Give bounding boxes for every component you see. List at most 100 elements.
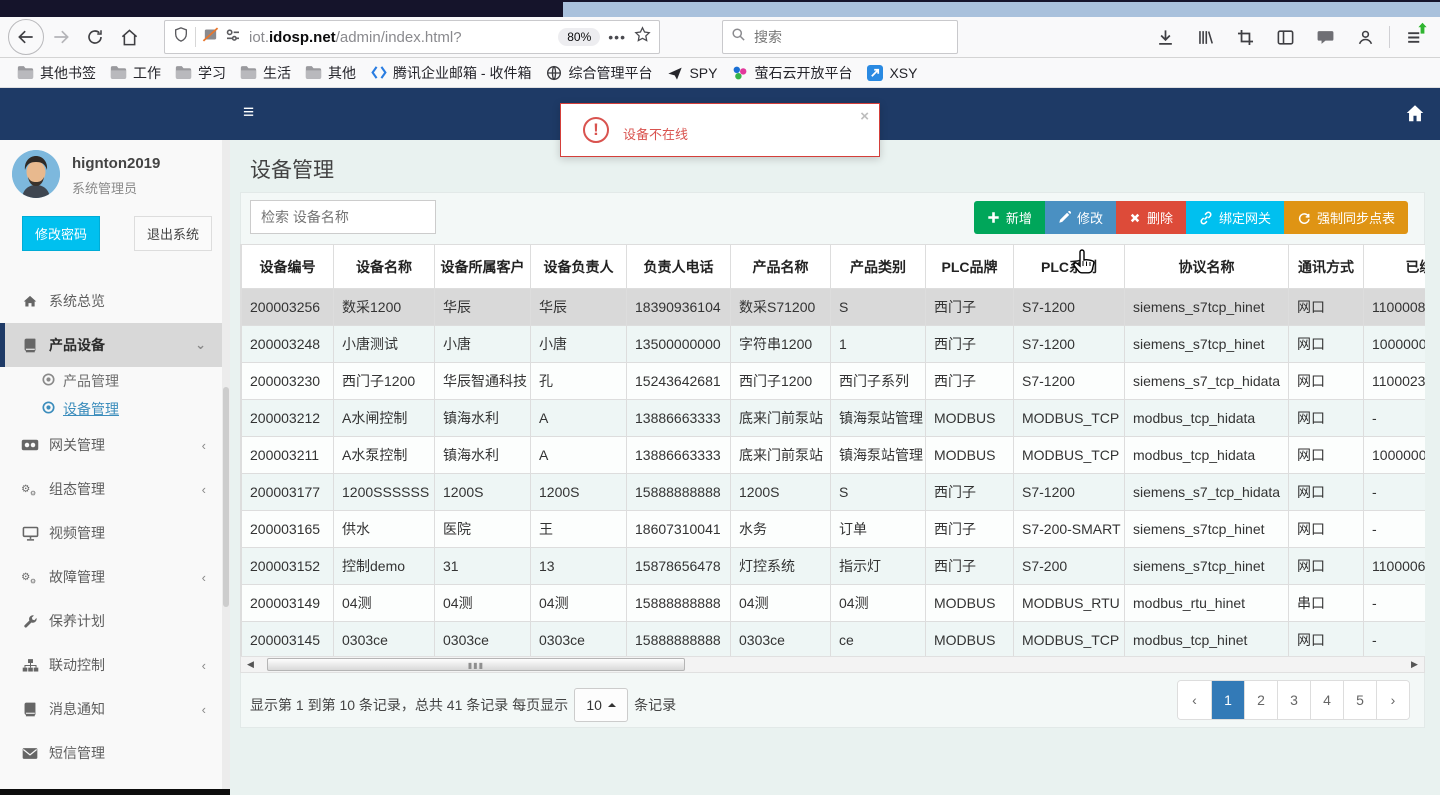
url-bar[interactable]: iot.idosp.net/admin/index.html? 80% ••• (164, 20, 660, 54)
table-row[interactable]: 200003149 04测 04测 04测 15888888888 04测 04测 MODBU… (241, 584, 1425, 622)
bookmark-item[interactable]: 工作 (103, 60, 168, 86)
page-size-dropdown[interactable]: 10 (574, 688, 629, 722)
pager-page-5[interactable]: 5 (1343, 681, 1376, 719)
table-row[interactable]: 200003145 0303ce 0303ce 0303ce 15888888888 03… (241, 621, 1425, 658)
table-row[interactable]: 200003230 西门子1200 华辰智通科技孔 15243642681 西门子120… (241, 362, 1425, 400)
sidebar-item-视频管理[interactable]: 视频管理 (0, 511, 222, 555)
sidebar-item-消息通知[interactable]: 消息通知 ‹ (0, 687, 222, 731)
page-url: iot.idosp.net/admin/index.html? (249, 28, 462, 46)
column-header[interactable]: 产品名称 (730, 244, 831, 289)
scroll-right-arrow[interactable]: ▶ (1407, 658, 1422, 671)
table-cell: 1 (830, 325, 926, 363)
pager-page-2[interactable]: 2 (1244, 681, 1277, 719)
table-row[interactable]: 200003256 数采1200 华辰 华辰 18390936104 数采S71200 S 西… (241, 288, 1425, 326)
hamburger-menu-icon[interactable] (1394, 20, 1434, 54)
sidebar-item-故障管理[interactable]: ⚙ ⚙ 故障管理 ‹ (0, 555, 222, 599)
sidebar-scrollbar[interactable] (222, 140, 230, 789)
zoom-level-badge[interactable]: 80% (558, 28, 601, 46)
column-header[interactable]: 设备编号 (241, 244, 334, 289)
update-badge-icon (1417, 22, 1428, 35)
pager-page-3[interactable]: 3 (1277, 681, 1310, 719)
table-row[interactable]: 200003165 供水 医院王 18607310041 水务 订单 西门子 S7-200-S… (241, 510, 1425, 548)
sidebars-icon[interactable] (1265, 20, 1305, 54)
change-password-button[interactable]: 修改密码 (22, 216, 101, 251)
shield-icon[interactable] (173, 26, 189, 48)
downloads-icon[interactable] (1145, 20, 1185, 54)
pager-previous[interactable]: ‹ (1178, 681, 1211, 719)
browser-search-box[interactable] (722, 20, 958, 54)
sidebar-item-网关管理[interactable]: 网关管理 ‹ (0, 423, 222, 467)
新增-button[interactable]: 新增 (973, 201, 1045, 234)
table-row[interactable]: 200003248 小唐测试 小唐 小唐 13500000000 字符串1200 1 西门子 S… (241, 325, 1425, 363)
page-actions-icon[interactable]: ••• (608, 29, 626, 45)
device-search-input[interactable] (250, 200, 436, 234)
bookmark-item[interactable]: SPY (659, 62, 724, 84)
删除-button[interactable]: 删除 (1115, 201, 1186, 234)
sidebar-subitem-设备管理[interactable]: 设备管理 (0, 395, 222, 423)
bookmark-item[interactable]: 学习 (168, 60, 233, 86)
pager-next[interactable]: › (1376, 681, 1409, 719)
horizontal-scrollbar[interactable]: ◀ ▮▮▮ ▶ (240, 656, 1425, 673)
bookmark-label: 学习 (198, 64, 226, 81)
bookmark-item[interactable]: 萤石云开放平台 (724, 60, 859, 86)
column-header[interactable]: PLC系列 (1013, 244, 1125, 289)
reload-button[interactable] (78, 20, 112, 54)
bookmark-item[interactable]: 其他书签 (10, 60, 103, 86)
table-cell: 镇海泵站管理 (830, 436, 926, 474)
library-icon[interactable] (1185, 20, 1225, 54)
account-icon[interactable] (1345, 20, 1385, 54)
forward-button[interactable] (44, 20, 78, 54)
bookmark-item[interactable]: 生活 (233, 60, 298, 86)
sidebar-subitem-产品管理[interactable]: 产品管理 (0, 367, 222, 395)
修改-button[interactable]: 修改 (1044, 201, 1116, 234)
column-header[interactable]: 产品类别 (830, 244, 926, 289)
permissions-icon[interactable] (225, 27, 241, 48)
app-home-icon[interactable] (1404, 102, 1426, 129)
chat-icon[interactable] (1305, 20, 1345, 54)
scroll-left-arrow[interactable]: ◀ (243, 658, 258, 671)
bookmark-item[interactable]: XSY (859, 62, 924, 84)
logout-button[interactable]: 退出系统 (133, 216, 212, 251)
ys7-icon (731, 65, 748, 81)
bookmark-item[interactable]: 其他 (298, 60, 363, 86)
column-header[interactable]: PLC品牌 (925, 244, 1014, 289)
bookmark-star-icon[interactable] (634, 26, 651, 48)
绑定网关-button[interactable]: 绑定网关 (1185, 201, 1284, 234)
back-button[interactable] (8, 19, 44, 55)
pager-page-1[interactable]: 1 (1211, 681, 1244, 719)
column-header[interactable]: 负责人电话 (626, 244, 731, 289)
sidebar-item-label: 组态管理 (49, 481, 105, 497)
bookmark-item[interactable]: 综合管理平台 (538, 60, 659, 86)
table-cell: 200003256 (241, 288, 334, 326)
sidebar-item-产品设备[interactable]: 产品设备 ⌄ (0, 323, 222, 367)
sidebar-toggle-icon[interactable]: ≡ (243, 102, 254, 124)
sidebar-item-组态管理[interactable]: ⚙ ⚙ 组态管理 ‹ (0, 467, 222, 511)
table-row[interactable]: 200003177 1200SSSSSS 1200S 1200S 15888888888… (241, 473, 1425, 511)
screenshot-icon[interactable] (1225, 20, 1265, 54)
column-header[interactable]: 已绑定网 (1363, 244, 1425, 289)
sidebar-item-短信管理[interactable]: 短信管理 (0, 731, 222, 775)
table-cell: siemens_s7tcp_hinet (1124, 288, 1289, 326)
column-header[interactable]: 协议名称 (1124, 244, 1289, 289)
home-button[interactable] (112, 20, 146, 54)
pager-page-4[interactable]: 4 (1310, 681, 1343, 719)
alert-close-icon[interactable]: × (860, 108, 869, 125)
chevron-icon: ‹ (201, 701, 206, 717)
scrollbar-thumb[interactable] (223, 386, 229, 608)
column-header[interactable]: 设备名称 (333, 244, 435, 289)
table-row[interactable]: 200003152 控制demo 31 13 15878656478 灯控系统 指示灯 西门子… (241, 547, 1425, 585)
scrollbar-thumb[interactable]: ▮▮▮ (267, 658, 685, 671)
bookmark-item[interactable]: 腾讯企业邮箱 - 收件箱 (363, 60, 538, 86)
强制同步点表-button[interactable]: 强制同步点表 (1283, 201, 1408, 234)
sidebar-item-系统总览[interactable]: 系统总览 (0, 279, 222, 323)
browser-search-input[interactable] (754, 29, 924, 45)
blocked-content-icon[interactable] (202, 26, 219, 48)
column-header[interactable]: 设备所属客户 (434, 244, 531, 289)
column-header[interactable]: 通讯方式 (1288, 244, 1364, 289)
table-row[interactable]: 200003212 A水闸控制 镇海水利 A 13886663333 底来门前泵站 镇海泵站… (241, 399, 1425, 437)
column-header[interactable]: 设备负责人 (530, 244, 627, 289)
sidebar-item-保养计划[interactable]: 保养计划 (0, 599, 222, 643)
sidebar-item-联动控制[interactable]: 联动控制 ‹ (0, 643, 222, 687)
table-row[interactable]: 200003211 A水泵控制 镇海水利 A 13886663333 底来门前泵站 镇海泵站… (241, 436, 1425, 474)
bookmark-label: 其他书签 (40, 64, 96, 81)
